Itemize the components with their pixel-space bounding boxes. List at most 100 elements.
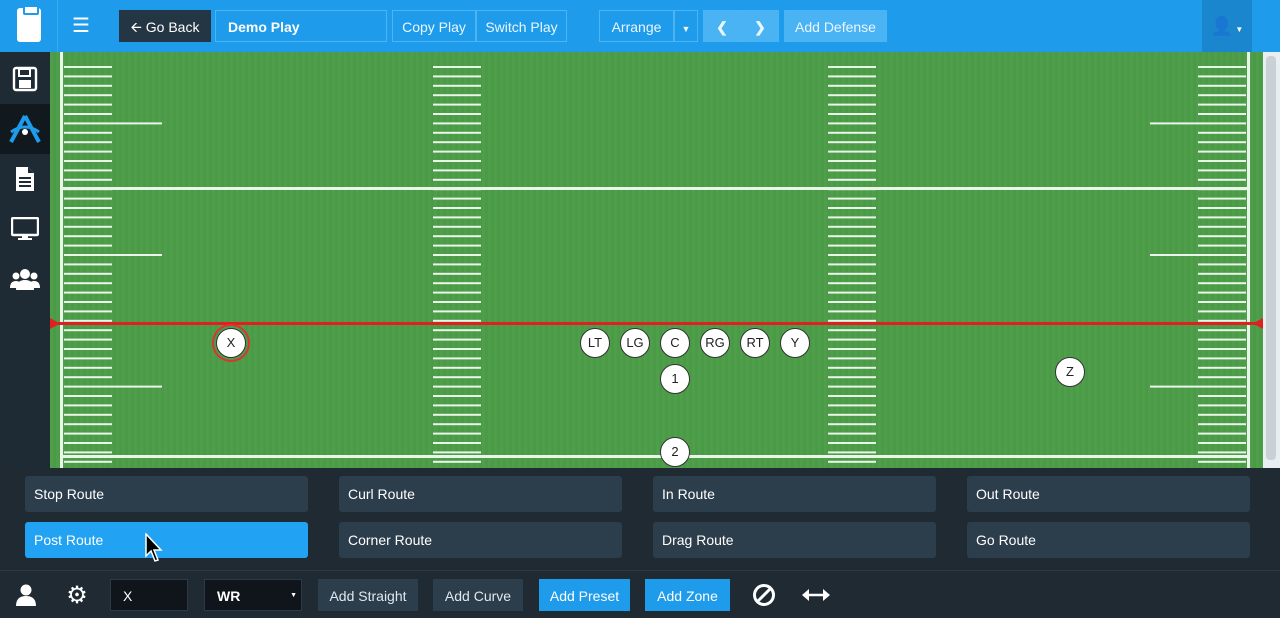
player-marker[interactable]: 1 xyxy=(660,364,690,394)
add-zone-button[interactable]: Add Zone xyxy=(645,579,730,611)
grass-stripe xyxy=(944,52,947,468)
next-button[interactable]: ❯ xyxy=(741,10,779,42)
flip-horizontal-button[interactable] xyxy=(794,571,838,618)
grass-stripe xyxy=(770,52,773,468)
hash-mark xyxy=(433,282,481,285)
add-preset-button[interactable]: Add Preset xyxy=(539,579,630,611)
grass-stripe xyxy=(176,52,179,468)
field-scrollbar-thumb[interactable] xyxy=(1266,56,1276,460)
grass-stripe xyxy=(398,52,401,468)
sidebar-item-presentation[interactable] xyxy=(0,204,50,254)
hash-mark xyxy=(433,178,481,181)
player-marker[interactable]: RG xyxy=(700,328,730,358)
grass-stripe xyxy=(512,52,515,468)
hash-mark xyxy=(433,197,481,200)
out-route-button[interactable]: Out Route xyxy=(967,476,1250,512)
corner-route-button[interactable]: Corner Route xyxy=(339,522,622,558)
grass-stripe xyxy=(350,52,353,468)
grass-stripe xyxy=(1010,52,1013,468)
grass-stripe xyxy=(494,52,497,468)
go-route-button[interactable]: Go Route xyxy=(967,522,1250,558)
arrange-button[interactable]: Arrange xyxy=(599,10,674,42)
grass-stripe xyxy=(1046,52,1049,468)
play-field[interactable]: X LT LG C RG RT Y 1 Z 2 xyxy=(50,52,1263,468)
arrange-dropdown-button[interactable]: ▼ xyxy=(674,10,698,42)
stop-route-button[interactable]: Stop Route xyxy=(25,476,308,512)
hash-mark xyxy=(433,122,481,125)
grass-stripe xyxy=(578,52,581,468)
hash-mark xyxy=(1198,272,1246,275)
player-label-input[interactable]: X xyxy=(110,579,188,611)
hash-mark xyxy=(1198,460,1246,463)
grass-stripe xyxy=(530,52,533,468)
hash-mark xyxy=(1198,197,1246,200)
player-marker[interactable]: Z xyxy=(1055,357,1085,387)
player-marker[interactable]: 2 xyxy=(660,437,690,467)
position-select[interactable]: WR ▼ xyxy=(204,579,302,611)
hash-mark xyxy=(828,103,876,106)
sidebar-item-playbook[interactable] xyxy=(0,104,50,154)
hash-mark xyxy=(64,348,112,350)
user-menu-button[interactable]: 👤 ▼ xyxy=(1202,0,1252,52)
play-name-field[interactable]: Demo Play xyxy=(215,10,387,42)
sidebar-item-documents[interactable] xyxy=(0,154,50,204)
gear-icon: ⚙ xyxy=(66,581,88,609)
copy-play-button[interactable]: Copy Play xyxy=(392,10,476,42)
hash-mark xyxy=(828,395,876,397)
grass-stripe xyxy=(500,52,503,468)
add-defense-button[interactable]: Add Defense xyxy=(784,10,887,42)
post-route-button[interactable]: Post Route xyxy=(25,522,308,558)
hash-mark xyxy=(1198,216,1246,219)
grass-stripe xyxy=(722,52,725,468)
grass-stripe xyxy=(1184,52,1187,468)
grass-stripe xyxy=(182,52,185,468)
sideline-right xyxy=(1247,52,1250,468)
player-marker[interactable]: RT xyxy=(740,328,770,358)
hash-mark xyxy=(433,160,481,162)
hash-mark xyxy=(828,75,876,78)
hamburger-menu-icon[interactable]: ☰ xyxy=(62,10,100,42)
player-marker[interactable]: C xyxy=(660,328,690,358)
hash-mark xyxy=(828,113,876,115)
in-route-button[interactable]: In Route xyxy=(653,476,936,512)
grass-stripe xyxy=(242,52,245,468)
grass-stripe xyxy=(656,52,659,468)
grass-stripe xyxy=(824,52,827,468)
previous-button[interactable]: ❮ xyxy=(703,10,741,42)
grass-stripe xyxy=(728,52,731,468)
arrows-horizontal-icon xyxy=(802,589,830,601)
grass-stripe xyxy=(1082,52,1085,468)
hash-mark xyxy=(433,423,481,426)
grass-stripe xyxy=(692,52,695,468)
grass-stripe xyxy=(698,52,701,468)
hash-mark xyxy=(64,338,112,341)
caret-down-icon: ▼ xyxy=(681,24,691,34)
player-settings-button[interactable] xyxy=(0,571,52,618)
sidebar-item-save[interactable] xyxy=(0,54,50,104)
add-curve-button[interactable]: Add Curve xyxy=(433,579,523,611)
grass-stripe xyxy=(614,52,617,468)
hash-mark xyxy=(1150,122,1246,125)
hash-mark xyxy=(64,94,112,97)
curl-route-button[interactable]: Curl Route xyxy=(339,476,622,512)
player-marker[interactable]: LG xyxy=(620,328,650,358)
app-logo[interactable] xyxy=(0,0,58,52)
switch-play-button[interactable]: Switch Play xyxy=(476,10,567,42)
player-marker[interactable]: LT xyxy=(580,328,610,358)
player-marker[interactable]: X xyxy=(212,324,250,362)
caret-down-icon: ▼ xyxy=(1233,25,1244,34)
hash-mark xyxy=(828,122,876,125)
hash-mark xyxy=(828,366,876,369)
add-straight-button[interactable]: Add Straight xyxy=(318,579,418,611)
grass-stripe xyxy=(356,52,359,468)
settings-button[interactable]: ⚙ xyxy=(52,571,102,618)
player-marker[interactable]: Y xyxy=(780,328,810,358)
go-back-button[interactable]: 🡨 Go Back xyxy=(119,10,211,42)
drag-route-button[interactable]: Drag Route xyxy=(653,522,936,558)
clear-route-button[interactable] xyxy=(742,571,786,618)
grass-stripe xyxy=(746,52,749,468)
hash-mark xyxy=(433,366,481,369)
ban-icon xyxy=(753,584,775,606)
sidebar-item-team[interactable] xyxy=(0,254,50,304)
hash-mark xyxy=(433,376,481,379)
